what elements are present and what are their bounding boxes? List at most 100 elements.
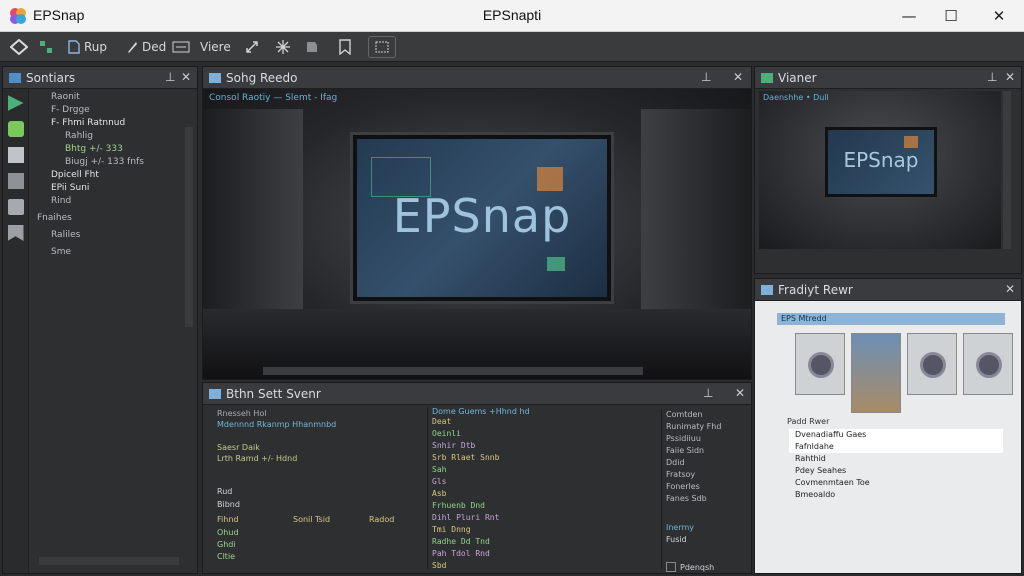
asset-thumb-camera[interactable] — [795, 333, 845, 395]
section-subheader: Mdennnd Rkanmp Hhanmnbd — [217, 420, 337, 429]
table-row[interactable]: Cltie — [217, 552, 413, 561]
table-header: Fihnd Sonil Tsid Radod — [217, 515, 413, 524]
viewer-tab-icon — [761, 72, 773, 83]
tree-item[interactable]: Raonit — [31, 91, 185, 104]
viewer-pin-icon[interactable]: ⊥ — [987, 70, 997, 84]
copy-icon[interactable] — [7, 173, 24, 189]
project-list-item[interactable]: Bmeoaldo — [789, 489, 1003, 501]
view-label: Viere — [200, 40, 231, 54]
inspector-label: Inermy — [666, 523, 695, 532]
asset-thumb-scene[interactable] — [851, 333, 901, 413]
scene-panel-close-icon[interactable]: ✕ — [181, 70, 191, 84]
tree-item[interactable]: Rind — [31, 195, 185, 208]
tree-item[interactable]: Biugj +/- 133 fnfs — [31, 156, 185, 169]
asset-thumb-camera-2[interactable] — [907, 333, 957, 395]
object-button[interactable] — [300, 36, 324, 58]
play-icon[interactable] — [7, 95, 24, 111]
move-tool-button[interactable] — [6, 36, 32, 58]
scene-hscrollbar[interactable] — [39, 557, 179, 565]
project-tab-icon — [761, 284, 773, 295]
tree-item[interactable]: F- Drgge — [31, 104, 185, 117]
viewport-close-icon[interactable]: ✕ — [733, 70, 743, 84]
minimize-button[interactable]: — — [886, 0, 932, 32]
viewport-pin-icon[interactable]: ⊥ — [701, 70, 711, 84]
layout-button[interactable] — [168, 36, 194, 58]
code-editor[interactable]: Deat Oeinli Snhir Dtb Srb Rlaet Snnb Sah… — [432, 416, 655, 572]
move-icon — [10, 39, 28, 55]
inspector-item[interactable]: Pssidiiuu — [666, 433, 749, 445]
scene-panel-header: Sontiars ⊥ ✕ — [3, 67, 197, 89]
app-logo-icon — [10, 8, 26, 24]
bottom-close-icon[interactable]: ✕ — [735, 386, 745, 400]
inspector-section: Comtden Runimaty Fhd Pssidiiuu Faiie Sidn Dd… — [661, 409, 749, 572]
code-line: Radhe Dd Tnd — [432, 537, 490, 546]
inspector-item[interactable]: Ddid — [666, 457, 749, 469]
bottom-pin-icon[interactable]: ⊥ — [703, 386, 713, 400]
viewer-viewport[interactable]: Daenshhe • Dull EPSnap — [759, 91, 1001, 249]
viewer-close-icon[interactable]: ✕ — [1005, 70, 1015, 84]
viewer-title[interactable]: Vianer — [778, 71, 817, 85]
view-button[interactable]: Viere — [196, 36, 235, 58]
tree-item[interactable]: EPii Suni — [31, 182, 185, 195]
viewport-hscrollbar[interactable] — [263, 367, 643, 375]
select-tool-button[interactable] — [34, 36, 58, 58]
viewer-header: Vianer ⊥ ✕ — [755, 67, 1021, 89]
inspector-item[interactable]: Runimaty Fhd — [666, 421, 749, 433]
inspector-toggle[interactable]: Pdenqsh — [666, 562, 749, 572]
inspector-item[interactable]: Comtden — [666, 409, 749, 421]
table-row[interactable]: Ghdi — [217, 540, 413, 549]
tree-item[interactable]: Bhtg +/- 333 — [31, 143, 185, 156]
asset-thumbnails — [795, 295, 1013, 413]
tree-item[interactable]: Sme — [31, 246, 185, 259]
code-line: Srb Rlaet Snnb — [432, 453, 500, 462]
tree-item[interactable]: Fnaihes — [31, 212, 185, 225]
tree-item[interactable]: Rahlig — [31, 130, 185, 143]
expand-button[interactable] — [240, 36, 264, 58]
tree-item[interactable]: Dpicell Fht — [31, 169, 185, 182]
book-icon[interactable] — [7, 147, 24, 163]
snap-button[interactable] — [270, 36, 296, 58]
pin-icon[interactable]: ⊥ — [165, 70, 175, 84]
viewer-screen-text: EPSnap — [843, 148, 919, 172]
project-list-item[interactable]: Dvenadiaffu Gaes — [789, 429, 1003, 441]
asset-thumb-camera-3[interactable] — [963, 333, 1013, 395]
maximize-button[interactable]: ☐ — [928, 0, 974, 32]
table-row[interactable]: Ohud — [217, 528, 413, 537]
project-close-icon[interactable]: ✕ — [1005, 282, 1015, 296]
ded-button[interactable]: Ded — [122, 36, 170, 58]
monitor-icon[interactable] — [7, 199, 24, 215]
viewer-scrollbar[interactable] — [1003, 91, 1011, 249]
tree-item[interactable]: Raliles — [31, 229, 185, 242]
project-list-item[interactable]: Pdey Seahes — [789, 465, 1003, 477]
table-col: Fihnd — [217, 515, 239, 524]
code-line: Dihl Pluri Rnt — [432, 513, 500, 522]
scene-scrollbar[interactable] — [185, 127, 193, 327]
bookmark-button[interactable] — [334, 36, 356, 58]
frame-button[interactable] — [368, 36, 396, 58]
viewport-tab-title[interactable]: Sohg Reedo — [226, 71, 298, 85]
rup-button[interactable]: Rup — [64, 36, 111, 58]
inspector-item[interactable]: Fratsoy — [666, 469, 749, 481]
bottom-panel-title[interactable]: Bthn Sett Svenr — [226, 387, 321, 401]
project-list-item[interactable]: Rahthid — [789, 453, 1003, 465]
display-screen: EPSnap — [353, 135, 611, 301]
panel-grid-icon — [9, 72, 21, 83]
tree-item[interactable]: F- Fhmi Ratnnud — [31, 117, 185, 130]
scene-tree: Raonit F- Drgge F- Fhmi Ratnnud Rahlig B… — [31, 91, 185, 259]
brush-icon[interactable] — [7, 121, 24, 137]
close-button[interactable]: ✕ — [976, 0, 1022, 32]
checkbox-icon[interactable] — [666, 562, 676, 572]
project-list-item[interactable]: Covmenmtaen Toe — [789, 477, 1003, 489]
expand-icon — [246, 41, 258, 53]
3d-viewport[interactable]: Consol Raotiy — Slemt - Ifag EPSnap — [203, 89, 751, 379]
tag-icon[interactable] — [7, 225, 24, 241]
code-line: Pah Tdol Rnd — [432, 549, 490, 558]
inspector-item[interactable]: Fanes Sdb — [666, 493, 749, 505]
section-header: Rnesseh Hol — [217, 409, 267, 418]
scene-side-toolbar — [3, 89, 29, 573]
project-list-item[interactable]: Fafnldahe — [789, 441, 1003, 453]
code-line: Gls — [432, 477, 447, 486]
inspector-item[interactable]: Fonerles — [666, 481, 749, 493]
object-icon — [307, 42, 317, 52]
inspector-item[interactable]: Faiie Sidn — [666, 445, 749, 457]
